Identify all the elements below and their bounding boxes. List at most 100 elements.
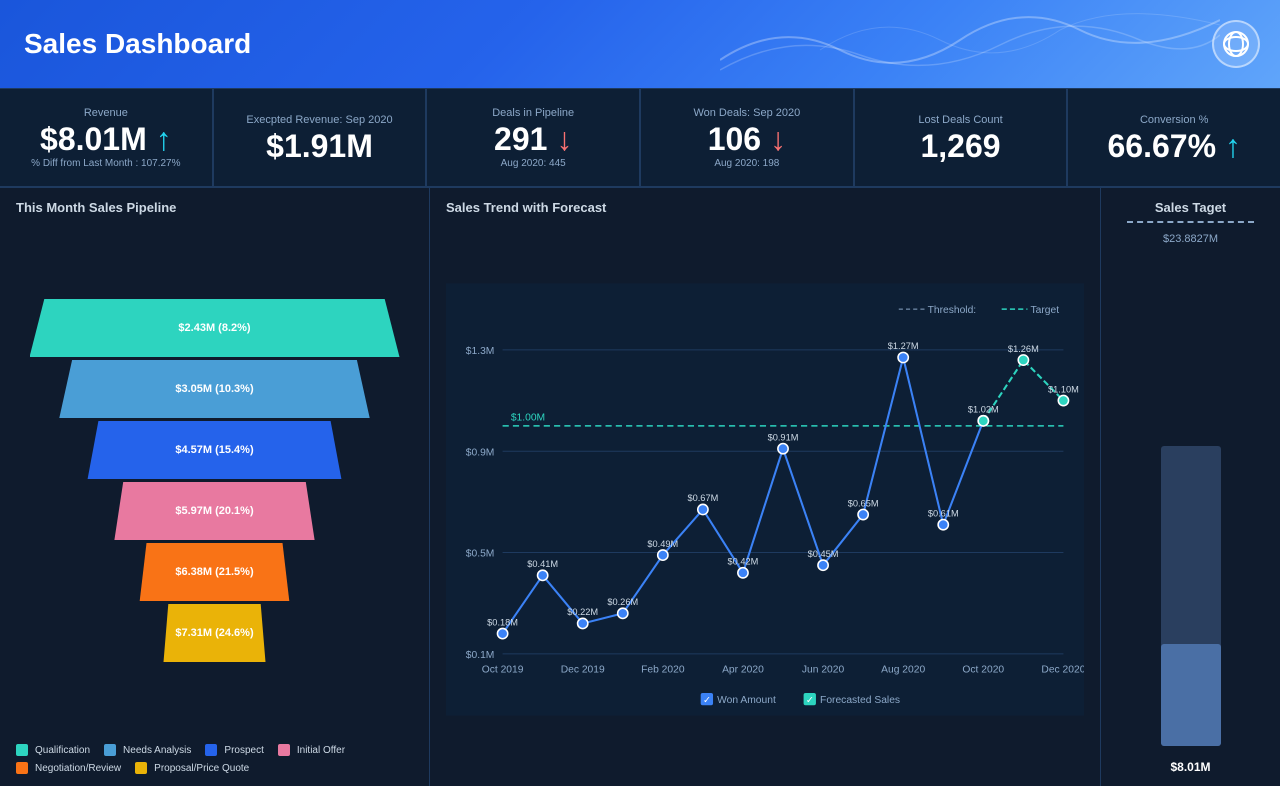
legend-item-0: Qualification [16, 744, 90, 756]
kpi-expected-label: Execpted Revenue: Sep 2020 [230, 114, 410, 126]
funnel-piece-1: $2.43M (8.2%) [30, 299, 400, 357]
funnel-level-3: $4.57M (15.4%) [80, 421, 350, 479]
svg-text:$1.10M: $1.10M [1048, 384, 1079, 394]
legend-item-1: Needs Analysis [104, 744, 191, 756]
chart-area: $0.1M $0.5M $0.9M $1.3M $1.00M Threshold: Targ… [446, 225, 1084, 774]
svg-text:$0.45M: $0.45M [808, 549, 839, 559]
svg-text:$1.00M: $1.00M [511, 413, 545, 424]
kpi-won-sub: Aug 2020: 198 [657, 158, 837, 169]
kpi-expected-value: $1.91M [230, 130, 410, 162]
legend-label-2: Prospect [224, 745, 263, 756]
svg-text:Feb 2020: Feb 2020 [641, 664, 685, 675]
kpi-won-deals: Won Deals: Sep 2020 106 ↓ Aug 2020: 198 [640, 88, 854, 187]
legend-color-4 [16, 762, 28, 774]
legend-item-5: Proposal/Price Quote [135, 762, 249, 774]
kpi-expected-revenue: Execpted Revenue: Sep 2020 $1.91M [213, 88, 427, 187]
legend-color-3 [278, 744, 290, 756]
svg-text:Dec 2019: Dec 2019 [561, 664, 605, 675]
funnel-container: $2.43M (8.2%)$3.05M (10.3%)$4.57M (15.4%… [16, 225, 413, 736]
svg-text:✓: ✓ [703, 695, 711, 705]
kpi-row: Revenue $8.01M ↑ % Diff from Last Month … [0, 88, 1280, 188]
legend-color-5 [135, 762, 147, 774]
kpi-pipeline-sub: Aug 2020: 445 [443, 158, 623, 169]
legend-label-5: Proposal/Price Quote [154, 763, 249, 774]
legend-label-3: Initial Offer [297, 745, 345, 756]
kpi-revenue-label: Revenue [16, 107, 196, 119]
legend-label-4: Negotiation/Review [35, 763, 121, 774]
kpi-revenue-sub: % Diff from Last Month : 107.27% [16, 158, 196, 169]
kpi-lost-label: Lost Deals Count [871, 114, 1051, 126]
target-bar-svg [1131, 436, 1251, 756]
svg-text:Oct 2020: Oct 2020 [962, 664, 1004, 675]
funnel-piece-2: $3.05M (10.3%) [55, 360, 375, 418]
kpi-revenue: Revenue $8.01M ↑ % Diff from Last Month … [0, 88, 213, 187]
kpi-lost-value: 1,269 [871, 130, 1051, 162]
legend-item-2: Prospect [205, 744, 263, 756]
kpi-revenue-value: $8.01M ↑ [16, 123, 196, 155]
svg-text:$0.42M: $0.42M [728, 557, 759, 567]
funnel-piece-5: $6.38M (21.5%) [130, 543, 300, 601]
header-wave [720, 0, 1220, 88]
svg-text:Threshold:: Threshold: [928, 305, 977, 316]
target-title: Sales Taget [1155, 200, 1226, 215]
kpi-conversion: Conversion % 66.67% ↑ [1067, 88, 1280, 187]
target-line [1127, 221, 1254, 223]
target-bar-label: $8.01M [1170, 760, 1210, 774]
legend-label-1: Needs Analysis [123, 745, 191, 756]
kpi-pipeline-value: 291 ↓ [443, 123, 623, 155]
svg-text:Apr 2020: Apr 2020 [722, 664, 764, 675]
svg-text:Won Amount: Won Amount [717, 695, 776, 706]
legend-color-2 [205, 744, 217, 756]
legend-color-1 [104, 744, 116, 756]
funnel-level-5: $6.38M (21.5%) [130, 543, 300, 601]
svg-text:$0.9M: $0.9M [466, 447, 495, 458]
kpi-conversion-value: 66.67% ↑ [1084, 130, 1264, 162]
svg-text:$1.3M: $1.3M [466, 346, 495, 357]
svg-text:Oct 2019: Oct 2019 [482, 664, 524, 675]
funnel-piece-6: $7.31M (24.6%) [155, 604, 275, 662]
svg-text:$0.18M: $0.18M [487, 617, 518, 627]
svg-text:$0.67M: $0.67M [687, 493, 718, 503]
svg-text:Jun 2020: Jun 2020 [802, 664, 845, 675]
funnel-level-1: $2.43M (8.2%) [30, 299, 400, 357]
funnel-piece-3: $4.57M (15.4%) [80, 421, 350, 479]
header-logo [1212, 20, 1260, 68]
legend-color-0 [16, 744, 28, 756]
kpi-conversion-label: Conversion % [1084, 114, 1264, 126]
target-amount: $23.8827M [1163, 233, 1218, 245]
chart-title: Sales Trend with Forecast [446, 200, 1084, 215]
kpi-lost-deals: Lost Deals Count 1,269 [854, 88, 1068, 187]
main-content: This Month Sales Pipeline $2.43M (8.2%)$… [0, 188, 1280, 786]
svg-text:$0.61M: $0.61M [928, 508, 959, 518]
funnel-title: This Month Sales Pipeline [16, 200, 413, 215]
svg-text:$1.02M: $1.02M [968, 405, 999, 415]
funnel-panel: This Month Sales Pipeline $2.43M (8.2%)$… [0, 188, 430, 786]
svg-text:$0.65M: $0.65M [848, 498, 879, 508]
kpi-won-label: Won Deals: Sep 2020 [657, 107, 837, 119]
kpi-pipeline-label: Deals in Pipeline [443, 107, 623, 119]
logo-icon [1222, 30, 1250, 58]
legend-item-4: Negotiation/Review [16, 762, 121, 774]
funnel-level-4: $5.97M (20.1%) [105, 482, 325, 540]
legend-label-0: Qualification [35, 745, 90, 756]
svg-text:$0.22M: $0.22M [567, 607, 598, 617]
svg-text:$0.91M: $0.91M [768, 432, 799, 442]
svg-text:$0.49M: $0.49M [647, 539, 678, 549]
svg-text:$0.5M: $0.5M [466, 549, 495, 560]
svg-text:$1.26M: $1.26M [1008, 344, 1039, 354]
funnel-legend: Qualification Needs Analysis Prospect Initi… [16, 744, 413, 774]
svg-text:✓: ✓ [806, 695, 814, 705]
kpi-won-value: 106 ↓ [657, 123, 837, 155]
svg-text:Dec 2020: Dec 2020 [1041, 664, 1084, 675]
svg-text:$0.1M: $0.1M [466, 650, 495, 661]
svg-text:Target: Target [1030, 305, 1059, 316]
header: Sales Dashboard [0, 0, 1280, 88]
funnel-level-2: $3.05M (10.3%) [55, 360, 375, 418]
svg-text:$1.27M: $1.27M [888, 341, 919, 351]
target-bar-chart [1111, 253, 1270, 756]
chart-panel: Sales Trend with Forecast $0.1M $0.5M $0.9… [430, 188, 1100, 786]
svg-text:$0.41M: $0.41M [527, 559, 558, 569]
svg-text:$0.26M: $0.26M [607, 597, 638, 607]
svg-text:Forecasted Sales: Forecasted Sales [820, 695, 900, 706]
svg-text:Aug 2020: Aug 2020 [881, 664, 925, 675]
